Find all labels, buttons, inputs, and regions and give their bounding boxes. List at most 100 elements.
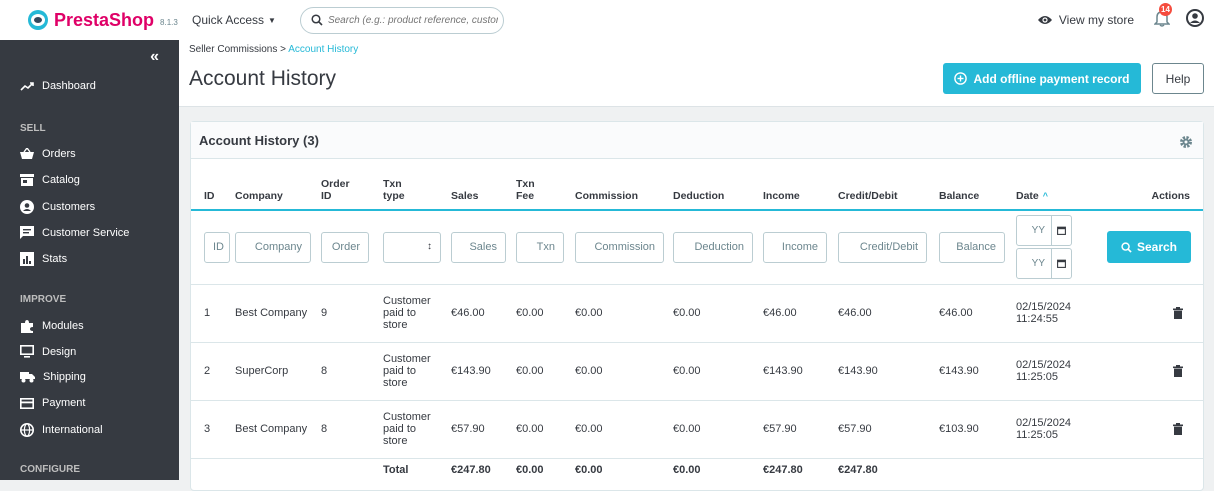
- sidebar-item-international[interactable]: International: [20, 423, 103, 437]
- cell-line: 11:24:55: [1016, 313, 1059, 325]
- cell-company: SuperCorp: [235, 342, 321, 401]
- col-header-sales[interactable]: Sales: [451, 160, 516, 211]
- cell-date: 02/15/2024 11:24:55: [1016, 284, 1093, 343]
- date-to-input[interactable]: YY: [1016, 248, 1072, 280]
- trash-icon[interactable]: [1173, 423, 1183, 435]
- sidebar-item-orders[interactable]: Orders: [20, 148, 76, 160]
- filter-order-id-input[interactable]: Order: [321, 231, 369, 263]
- cell-sales: €46.00: [451, 284, 516, 343]
- user-avatar[interactable]: [1186, 8, 1204, 32]
- cell-id: 1: [191, 284, 235, 343]
- cell-sales: €143.90: [451, 342, 516, 401]
- date-from-input[interactable]: YY: [1016, 215, 1072, 247]
- cell-line: paid to: [383, 423, 417, 435]
- cell-txn-fee: €0.00: [516, 284, 575, 343]
- col-header-deduction[interactable]: Deduction: [673, 160, 763, 211]
- sidebar-item-customer-service[interactable]: Customer Service: [20, 226, 129, 239]
- brand[interactable]: PrestaShop 8.1.3: [0, 10, 179, 31]
- sidebar-item-customers[interactable]: Customers: [20, 200, 95, 214]
- col-header-commission[interactable]: Commission: [575, 160, 673, 211]
- cell-credit-debit: €46.00: [838, 284, 939, 343]
- calendar-icon[interactable]: [1051, 249, 1071, 279]
- eye-icon: [1037, 16, 1052, 24]
- cell-income: €46.00: [763, 284, 838, 343]
- filter-txn-type-select[interactable]: [383, 231, 441, 263]
- filter-company-input[interactable]: Company: [235, 231, 311, 263]
- col-header-id[interactable]: ID: [191, 160, 235, 211]
- notifications-button[interactable]: 14: [1153, 2, 1172, 32]
- gear-icon[interactable]: [1179, 135, 1193, 149]
- search-icon: [311, 14, 323, 26]
- sidebar-item-label: Shipping: [43, 371, 86, 383]
- add-offline-payment-label: Add offline payment record: [973, 71, 1130, 86]
- sidebar-item-dashboard[interactable]: Dashboard: [20, 80, 96, 92]
- cell-line: store: [383, 377, 408, 389]
- sort-asc-icon: ^: [1042, 191, 1049, 201]
- search-button[interactable]: Search: [1107, 231, 1191, 264]
- help-button[interactable]: Help: [1152, 63, 1204, 94]
- cell-id: 3: [191, 400, 235, 459]
- sidebar-item-stats[interactable]: Stats: [20, 252, 67, 266]
- search-box[interactable]: [299, 6, 504, 34]
- table-row[interactable]: 2 SuperCorp 8 Customer paid to store €143.…: [191, 342, 1203, 401]
- filter-sales-input[interactable]: Sales: [451, 231, 506, 263]
- add-offline-payment-button[interactable]: Add offline payment record: [943, 63, 1141, 94]
- total-label: Total: [383, 464, 409, 477]
- truck-icon: [20, 372, 35, 383]
- sidebar-item-payment[interactable]: Payment: [20, 397, 85, 409]
- filter-income-input[interactable]: Income: [763, 231, 827, 263]
- sidebar-item-label: Dashboard: [42, 80, 96, 92]
- filter-deduction-input[interactable]: Deduction: [673, 231, 753, 263]
- calendar-icon[interactable]: [1051, 216, 1071, 246]
- col-header-balance[interactable]: Balance: [939, 160, 1016, 211]
- cell-balance: €46.00: [939, 284, 1016, 343]
- search-input[interactable]: [327, 14, 498, 26]
- cell-line: store: [383, 319, 408, 331]
- cell-commission: €0.00: [575, 400, 673, 459]
- sidebar-item-modules[interactable]: Modules: [20, 319, 84, 333]
- cell-line: 02/15/2024: [1016, 359, 1072, 371]
- col-header-txn-type[interactable]: Txn type: [383, 160, 451, 211]
- col-header-income[interactable]: Income: [763, 160, 838, 211]
- puzzle-icon: [21, 320, 33, 333]
- total-commission: €0.00: [575, 464, 603, 477]
- sidebar-item-catalog[interactable]: Catalog: [20, 174, 80, 186]
- sidebar-item-shipping[interactable]: Shipping: [20, 371, 86, 383]
- cell-line: Customer: [383, 353, 431, 365]
- trash-icon[interactable]: [1173, 307, 1183, 319]
- trash-icon[interactable]: [1173, 365, 1183, 377]
- col-header-txn-fee[interactable]: Txn Fee: [516, 160, 575, 211]
- col-header-credit-debit[interactable]: Credit/Debit: [838, 160, 939, 211]
- sidebar-item-design[interactable]: Design: [20, 345, 76, 358]
- table-row[interactable]: 1 Best Company 9 Customer paid to store €4…: [191, 284, 1203, 343]
- bar-chart-icon: [20, 252, 34, 266]
- quick-access-label: Quick Access: [192, 13, 265, 27]
- col-header-date[interactable]: Date ^: [1016, 160, 1093, 211]
- trending-up-icon: [20, 82, 34, 91]
- sidebar-item-label: Design: [42, 345, 77, 358]
- col-header-company[interactable]: Company: [235, 160, 321, 211]
- view-store-link[interactable]: View my store: [1037, 13, 1134, 27]
- page-header: Seller Commissions > Account History Acc…: [179, 40, 1214, 107]
- cell-order-id: 9: [321, 284, 383, 343]
- filter-commission-input[interactable]: Commission: [575, 231, 664, 263]
- breadcrumb-separator: >: [280, 44, 286, 55]
- quick-access-dropdown[interactable]: Quick Access ▼: [192, 13, 276, 27]
- globe-icon: [20, 423, 34, 437]
- cell-income: €57.90: [763, 400, 838, 459]
- total-deduction: €0.00: [673, 464, 701, 477]
- breadcrumb-parent-link[interactable]: Seller Commissions: [189, 44, 277, 55]
- filter-balance-input[interactable]: Balance: [939, 231, 1005, 263]
- search-icon: [1121, 242, 1132, 253]
- filter-id-input[interactable]: ID: [204, 231, 230, 263]
- cell-line: paid to: [383, 307, 417, 319]
- col-header-order-id[interactable]: Order ID: [321, 160, 383, 211]
- filter-credit-debit-input[interactable]: Credit/Debit: [838, 231, 927, 263]
- total-sales: €247.80: [451, 464, 491, 477]
- table-row[interactable]: 3 Best Company 8 Customer paid to store €5…: [191, 400, 1203, 459]
- collapse-sidebar-button[interactable]: «: [150, 48, 159, 66]
- date-from-value: YY: [1031, 225, 1045, 237]
- search-button-label: Search: [1136, 240, 1178, 255]
- filter-txn-fee-input[interactable]: Txn: [516, 231, 564, 263]
- col-header-line: Fee: [516, 190, 535, 202]
